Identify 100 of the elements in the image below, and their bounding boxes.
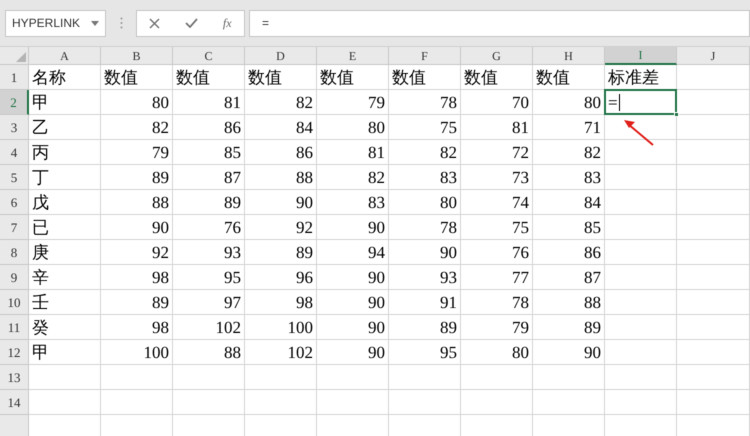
cell-text: 98 [152, 268, 169, 286]
text-cursor [618, 94, 620, 110]
table-cell [29, 390, 101, 415]
row-header[interactable]: 3 [0, 115, 29, 140]
column-header[interactable]: I [605, 47, 677, 65]
cell-text: 90 [368, 318, 385, 336]
cell-text: 戊 [32, 194, 49, 210]
cell-text: 丙 [32, 144, 49, 160]
row-header[interactable]: 11 [0, 315, 29, 340]
row-header[interactable]: 9 [0, 265, 29, 290]
cell-text: 92 [296, 218, 313, 236]
cell-text: 90 [368, 294, 385, 310]
cell-text: 73 [512, 168, 529, 186]
table-cell [317, 390, 389, 415]
insert-function-button[interactable]: fx [222, 14, 232, 32]
cell-text: 93 [224, 244, 241, 260]
cell-text: 数值 [176, 68, 210, 86]
cell-text: 80 [512, 344, 529, 360]
cell-text: 78 [440, 94, 457, 110]
row-header[interactable]: 8 [0, 240, 29, 265]
cell-text: 名称 [32, 68, 66, 86]
cell-text: 72 [512, 144, 529, 160]
column-header[interactable]: B [101, 47, 173, 65]
table-cell [245, 390, 317, 415]
cell-text: 癸 [32, 318, 49, 336]
row-header[interactable]: 1 [0, 65, 29, 90]
row-header[interactable]: 12 [0, 340, 29, 365]
cell-text: 数值 [392, 68, 426, 86]
cell-text: 88 [152, 194, 169, 210]
table-cell [605, 390, 677, 415]
row-header[interactable]: 2 [0, 90, 29, 115]
formula-input[interactable]: = [249, 10, 750, 36]
cell-text: 74 [512, 194, 529, 210]
cell-text: 100 [288, 318, 313, 336]
cell-text: 标准差 [608, 68, 659, 86]
cell-text: 82 [584, 144, 601, 160]
active-cell[interactable]: = [605, 90, 677, 115]
cell-text: 89 [152, 294, 169, 310]
cell-text: 数值 [464, 68, 498, 86]
cell-text: 90 [368, 344, 385, 360]
row-header[interactable]: 6 [0, 190, 29, 215]
cell-text: 乙 [32, 118, 49, 136]
cell-text: 102 [216, 318, 241, 336]
row-header[interactable]: 10 [0, 290, 29, 315]
cell-text: 数值 [248, 68, 282, 86]
name-box[interactable]: HYPERLINK [5, 10, 106, 36]
corner-triangle-icon [16, 52, 26, 62]
cell-text: 90 [440, 244, 457, 260]
row-header[interactable]: 13 [0, 365, 29, 390]
row-header[interactable]: 4 [0, 140, 29, 165]
cell-text: 庚 [32, 244, 49, 260]
cell-text: 83 [368, 194, 385, 210]
column-header[interactable]: E [317, 47, 389, 65]
cell-text: 89 [440, 318, 457, 336]
cell-text: 80 [368, 118, 385, 136]
cell-text: 90 [368, 268, 385, 286]
cell-text: 88 [296, 168, 313, 186]
cell-text: 86 [224, 118, 241, 136]
cell-text: 数值 [104, 68, 138, 86]
cell-text: 93 [440, 268, 457, 286]
row-header[interactable]: 5 [0, 165, 29, 190]
cell-text: 88 [224, 344, 241, 360]
cell-text: 100 [144, 344, 169, 360]
cell-text: 84 [296, 118, 313, 136]
checkmark-icon[interactable] [185, 18, 198, 28]
cell-text: 89 [224, 194, 241, 210]
cell-text: 81 [512, 118, 529, 136]
cell-text: 82 [368, 168, 385, 186]
cell-text: 90 [296, 194, 313, 210]
cell-text: 75 [512, 218, 529, 236]
cell-text: 94 [368, 244, 385, 260]
column-header[interactable]: D [245, 47, 317, 65]
cell-text: 80 [440, 194, 457, 210]
cell-text: 95 [224, 268, 241, 286]
cell-text: 甲 [32, 344, 49, 360]
cell-text: 辛 [32, 268, 49, 286]
cell-text: 丁 [32, 168, 49, 186]
cell-text: 98 [296, 294, 313, 310]
cell-text: 84 [584, 194, 601, 210]
cell-text: 90 [152, 218, 169, 236]
cell-text: 89 [296, 244, 313, 260]
row-header[interactable]: 14 [0, 390, 29, 415]
cell-text: 79 [368, 94, 385, 110]
column-header[interactable]: F [389, 47, 461, 65]
column-header[interactable]: J [677, 47, 750, 65]
cell-text: 76 [512, 244, 529, 260]
column-header[interactable]: C [173, 47, 245, 65]
cell-text: 77 [512, 268, 529, 286]
column-header[interactable]: A [29, 47, 101, 65]
dropdown-caret-icon [91, 20, 99, 26]
cell-text: 数值 [320, 68, 354, 86]
cell-text: 75 [440, 118, 457, 136]
cell-input-text: = [608, 94, 618, 110]
row-header[interactable]: 7 [0, 215, 29, 240]
cell-text: 98 [152, 318, 169, 336]
column-header[interactable]: G [461, 47, 533, 65]
cell-text: 85 [224, 144, 241, 160]
column-header[interactable]: H [533, 47, 605, 65]
table-cell [605, 365, 677, 390]
close-icon[interactable] [149, 18, 160, 28]
